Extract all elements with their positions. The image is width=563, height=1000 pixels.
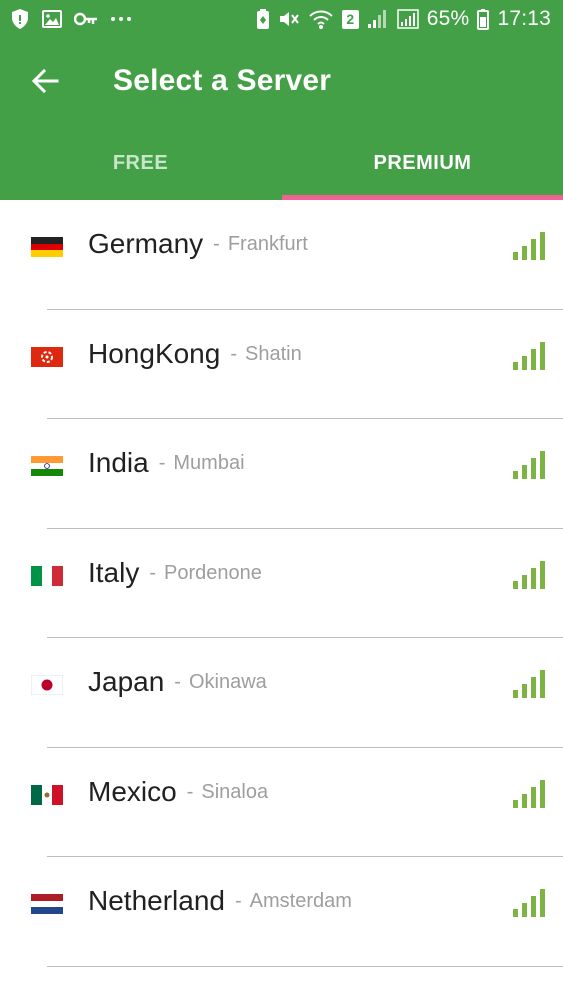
server-row-netherland[interactable]: Netherland - Amsterdam	[0, 857, 563, 967]
more-dots-icon	[110, 16, 132, 22]
signal-strength-icon	[512, 341, 546, 370]
city-name: Shatin	[245, 342, 302, 365]
app-header: 2 65% 17:13 Select a Server FREE PREMIUM	[0, 0, 563, 200]
mexico-flag-icon	[31, 784, 63, 805]
tab-bar: FREE PREMIUM	[0, 130, 563, 200]
separator: -	[230, 342, 238, 365]
signal-strength-icon	[512, 232, 546, 260]
clock: 17:13	[497, 7, 551, 30]
server-row-india[interactable]: India - Mumbai	[0, 419, 563, 529]
status-bar: 2 65% 17:13	[0, 0, 563, 38]
country-name: Mexico	[88, 775, 177, 807]
image-icon	[42, 10, 62, 28]
battery-icon	[477, 8, 490, 30]
signal-strength-icon-2	[397, 9, 419, 29]
page-title: Select a Server	[113, 64, 332, 97]
country-name: Germany	[88, 228, 204, 259]
separator: -	[158, 452, 166, 474]
city-name: Sinaloa	[201, 780, 269, 803]
italy-flag-icon	[31, 565, 63, 586]
country-name: Netherland	[88, 885, 225, 916]
japan-flag-icon	[31, 675, 63, 695]
server-row-japan[interactable]: Japan - Okinawa	[0, 638, 563, 748]
netherlands-flag-icon	[31, 894, 63, 914]
signal-strength-icon	[512, 779, 546, 808]
signal-strength-icon	[512, 670, 546, 698]
server-row-hongkong[interactable]: HongKong - Shatin	[0, 310, 563, 419]
separator: -	[174, 671, 181, 693]
signal-strength-icon	[512, 451, 546, 479]
arrow-back-icon	[31, 68, 59, 98]
separator: -	[213, 233, 220, 255]
battery-percent: 65%	[426, 7, 470, 30]
tab-premium[interactable]: PREMIUM	[282, 130, 563, 196]
wifi-icon	[308, 8, 334, 30]
city-name: Amsterdam	[249, 890, 352, 912]
server-row-mexico[interactable]: Mexico - Sinaloa	[0, 748, 563, 857]
separator: -	[186, 780, 194, 803]
city-name: Okinawa	[188, 671, 267, 693]
separator: -	[149, 561, 157, 584]
server-row-italy[interactable]: Italy - Pordenone	[0, 529, 563, 638]
mute-icon	[278, 9, 300, 29]
sim-badge: 2	[341, 9, 359, 29]
city-name: Frankfurt	[227, 233, 308, 255]
signal-strength-icon	[367, 9, 389, 29]
tab-free[interactable]: FREE	[0, 130, 281, 196]
server-list: Germany - Frankfurt HongKong - Shatin India -…	[0, 200, 563, 1000]
back-button[interactable]	[22, 60, 68, 106]
server-row-germany[interactable]: Germany - Frankfurt	[0, 200, 563, 310]
germany-flag-icon	[31, 237, 63, 257]
key-icon	[74, 12, 98, 26]
india-flag-icon	[31, 456, 63, 476]
battery-saver-icon	[256, 8, 270, 30]
country-name: Japan	[88, 666, 165, 697]
city-name: Mumbai	[173, 452, 245, 474]
toolbar: Select a Server	[0, 48, 563, 118]
separator: -	[234, 890, 242, 912]
shield-icon	[10, 8, 30, 30]
country-name: HongKong	[88, 337, 221, 369]
hongkong-flag-icon	[31, 346, 63, 367]
signal-strength-icon	[512, 560, 546, 589]
divider	[47, 965, 563, 967]
country-name: Italy	[88, 556, 140, 588]
city-name: Pordenone	[164, 561, 262, 584]
signal-strength-icon	[512, 889, 546, 917]
country-name: India	[88, 447, 149, 478]
